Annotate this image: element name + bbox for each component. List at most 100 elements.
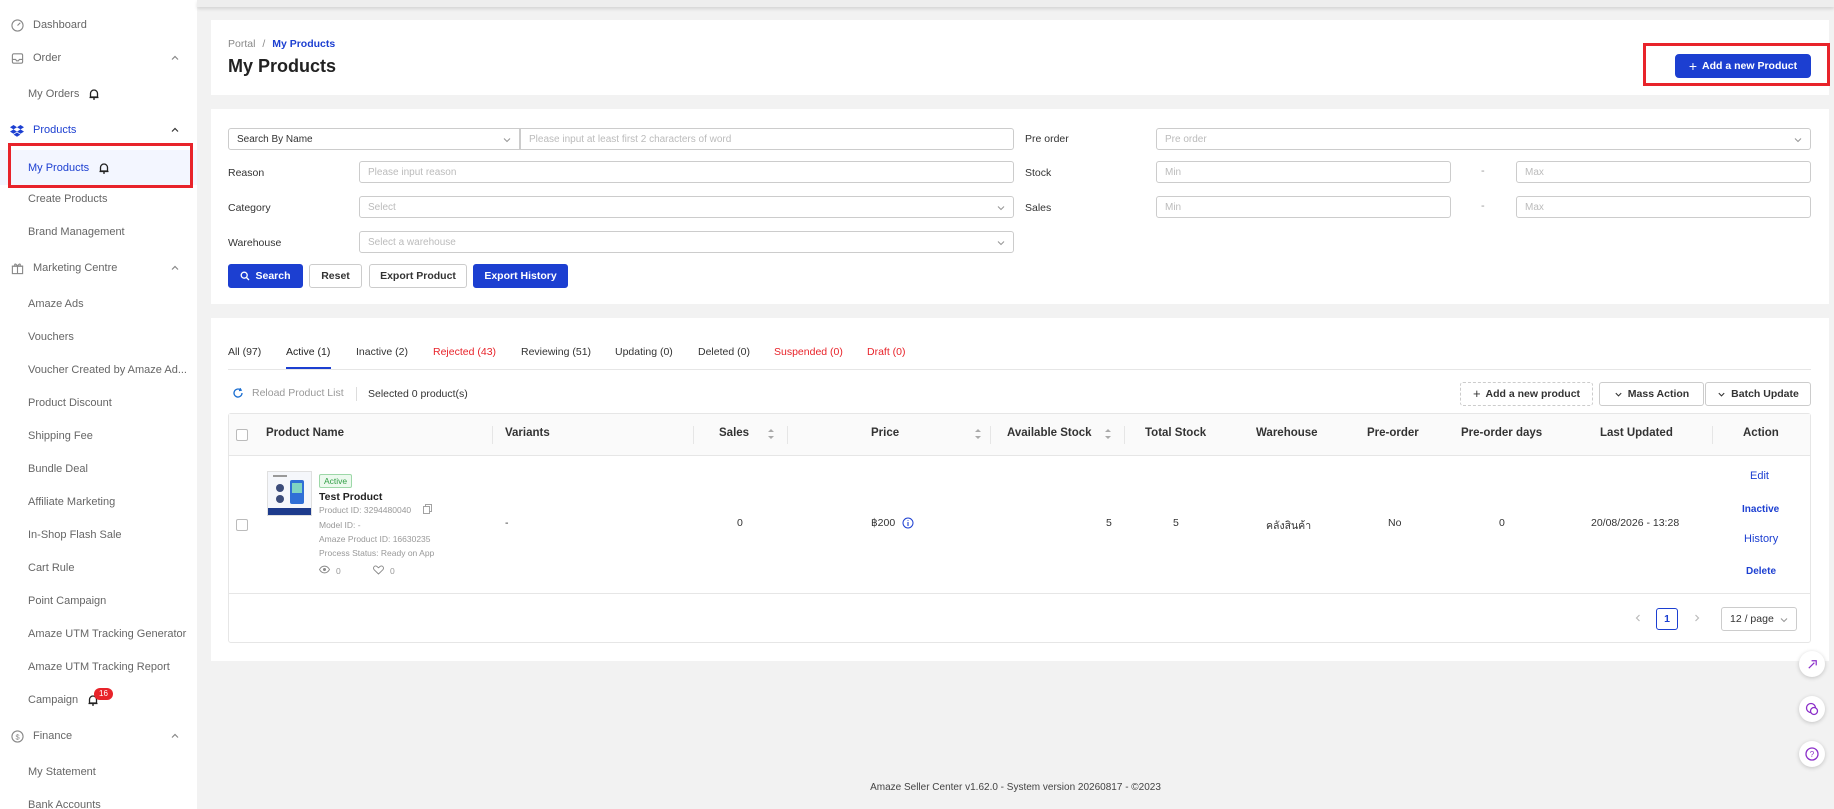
stock-max-placeholder: Max: [1525, 166, 1544, 178]
chevron-down-icon: [503, 138, 511, 143]
tab-draft[interactable]: Draft (0): [867, 346, 906, 358]
page-size-select[interactable]: 12 / page: [1721, 607, 1797, 631]
copy-icon[interactable]: [423, 504, 432, 514]
sidebar-item-label: Shipping Fee: [28, 430, 93, 442]
column-header-last-updated: Last Updated: [1600, 427, 1673, 439]
sidebar-item-label: Voucher Created by Amaze Ad...: [28, 364, 187, 376]
dashboard-icon: [10, 18, 24, 32]
status-badge: Active: [319, 474, 353, 488]
tab-deleted[interactable]: Deleted (0): [698, 346, 750, 358]
breadcrumb-root[interactable]: Portal: [228, 38, 255, 50]
sidebar-item-marketing[interactable]: Vouchers: [0, 321, 197, 353]
sidebar-item-order[interactable]: Order: [0, 42, 197, 74]
column-header-available-stock[interactable]: Available Stock: [1007, 427, 1092, 439]
info-icon[interactable]: [902, 517, 914, 529]
product-name[interactable]: Test Product: [319, 491, 382, 503]
batch-update-button[interactable]: Batch Update: [1705, 382, 1811, 406]
sort-icon[interactable]: [767, 427, 775, 441]
tab-reviewing[interactable]: Reviewing (51): [521, 346, 591, 358]
batch-update-label: Batch Update: [1731, 388, 1799, 400]
select-all-checkbox[interactable]: [236, 429, 248, 441]
tab-inactive[interactable]: Inactive (2): [356, 346, 408, 358]
sort-icon[interactable]: [974, 427, 982, 441]
sidebar-item-marketing[interactable]: Amaze Ads: [0, 288, 197, 320]
sidebar-item-marketing[interactable]: Product Discount: [0, 387, 197, 419]
sidebar-item-marketing[interactable]: Affiliate Marketing: [0, 486, 197, 518]
search-button[interactable]: Search: [228, 264, 303, 288]
chat-assist-button[interactable]: [1799, 651, 1825, 677]
search-placeholder: Please input at least first 2 characters…: [529, 133, 732, 145]
delete-link[interactable]: Delete: [1746, 566, 1776, 577]
reset-button[interactable]: Reset: [309, 264, 362, 288]
page-title: My Products: [228, 56, 337, 76]
category-select[interactable]: Select: [359, 196, 1014, 218]
range-separator: -: [1481, 165, 1485, 177]
sidebar-item-marketing[interactable]: Amaze UTM Tracking Generator: [0, 618, 197, 650]
dropbox-icon: [10, 123, 24, 137]
inbox-icon: [10, 51, 24, 65]
amaze-product-id: Amaze Product ID: 16630235: [319, 534, 431, 544]
column-header-sales[interactable]: Sales: [719, 427, 749, 439]
reload-product-list[interactable]: Reload Product List: [232, 387, 344, 399]
sales-max-input[interactable]: Max: [1516, 196, 1811, 218]
sidebar-item-label: In-Shop Flash Sale: [28, 529, 122, 541]
tab-all[interactable]: All (97): [228, 346, 261, 358]
sidebar-item-dashboard[interactable]: Dashboard: [0, 9, 197, 41]
sidebar-item-marketing[interactable]: Voucher Created by Amaze Ad...: [0, 354, 197, 386]
sales-max-placeholder: Max: [1525, 201, 1544, 213]
sidebar-item-brand-management[interactable]: Brand Management: [0, 216, 197, 248]
chevron-up-icon[interactable]: [169, 730, 181, 742]
inactive-link[interactable]: Inactive: [1742, 504, 1779, 515]
tab-active[interactable]: Active (1): [286, 346, 330, 358]
mass-action-button[interactable]: Mass Action: [1599, 382, 1704, 406]
chevron-up-icon[interactable]: [169, 124, 181, 136]
sidebar-item-marketing[interactable]: Bundle Deal: [0, 453, 197, 485]
search-by-select[interactable]: Search By Name: [228, 128, 520, 150]
sidebar-item-marketing[interactable]: In-Shop Flash Sale: [0, 519, 197, 551]
sort-icon[interactable]: [1104, 427, 1112, 441]
sidebar-item-label: Bank Accounts: [28, 799, 101, 809]
chevron-up-icon[interactable]: [169, 262, 181, 274]
add-product-button[interactable]: + Add a new product: [1460, 382, 1593, 406]
next-page-icon[interactable]: [1692, 613, 1702, 623]
pre-order-select[interactable]: Pre order: [1156, 128, 1811, 150]
row-divider: [229, 593, 1810, 594]
sidebar-item-my-orders[interactable]: My Orders: [0, 78, 197, 110]
sidebar-item-products[interactable]: Products: [0, 114, 197, 146]
prev-page-icon[interactable]: [1633, 613, 1643, 623]
reason-input[interactable]: Please input reason: [359, 161, 1014, 183]
row-checkbox[interactable]: [236, 519, 248, 531]
help-button[interactable]: ?: [1799, 741, 1825, 767]
search-input[interactable]: Please input at least first 2 characters…: [520, 128, 1014, 150]
sidebar-item-label: Point Campaign: [28, 595, 107, 607]
warehouse-select[interactable]: Select a warehouse: [359, 231, 1014, 253]
tab-suspended[interactable]: Suspended (0): [774, 346, 843, 358]
stock-max-input[interactable]: Max: [1516, 161, 1811, 183]
export-product-button[interactable]: Export Product: [369, 264, 467, 288]
sidebar-item-finance[interactable]: $ Finance: [0, 720, 197, 752]
sales-min-input[interactable]: Min: [1156, 196, 1451, 218]
edit-link[interactable]: Edit: [1750, 470, 1769, 482]
sidebar-item-marketing[interactable]: Shipping Fee: [0, 420, 197, 452]
stock-min-input[interactable]: Min: [1156, 161, 1451, 183]
tab-rejected[interactable]: Rejected (43): [433, 346, 496, 358]
sidebar-item-marketing-centre[interactable]: Marketing Centre: [0, 252, 197, 284]
question-icon: ?: [1805, 747, 1819, 761]
column-header-price[interactable]: Price: [871, 427, 899, 439]
chevron-up-icon[interactable]: [169, 52, 181, 64]
sales-cell: 0: [737, 517, 743, 529]
range-separator: -: [1481, 200, 1485, 212]
tab-updating[interactable]: Updating (0): [615, 346, 673, 358]
column-header-product-name: Product Name: [266, 427, 344, 439]
sidebar-item-marketing[interactable]: Amaze UTM Tracking Report: [0, 651, 197, 683]
sidebar-item-marketing[interactable]: Point Campaign: [0, 585, 197, 617]
product-thumbnail[interactable]: [267, 471, 312, 516]
gift-icon: [10, 261, 24, 275]
chevron-down-icon: [997, 206, 1005, 211]
export-history-button[interactable]: Export History: [473, 264, 568, 288]
history-link[interactable]: History: [1744, 533, 1778, 545]
page-1-button[interactable]: 1: [1656, 608, 1678, 630]
sidebar-item-marketing[interactable]: Cart Rule: [0, 552, 197, 584]
sidebar-item-label: Products: [33, 124, 77, 136]
chat-button[interactable]: [1799, 696, 1825, 722]
